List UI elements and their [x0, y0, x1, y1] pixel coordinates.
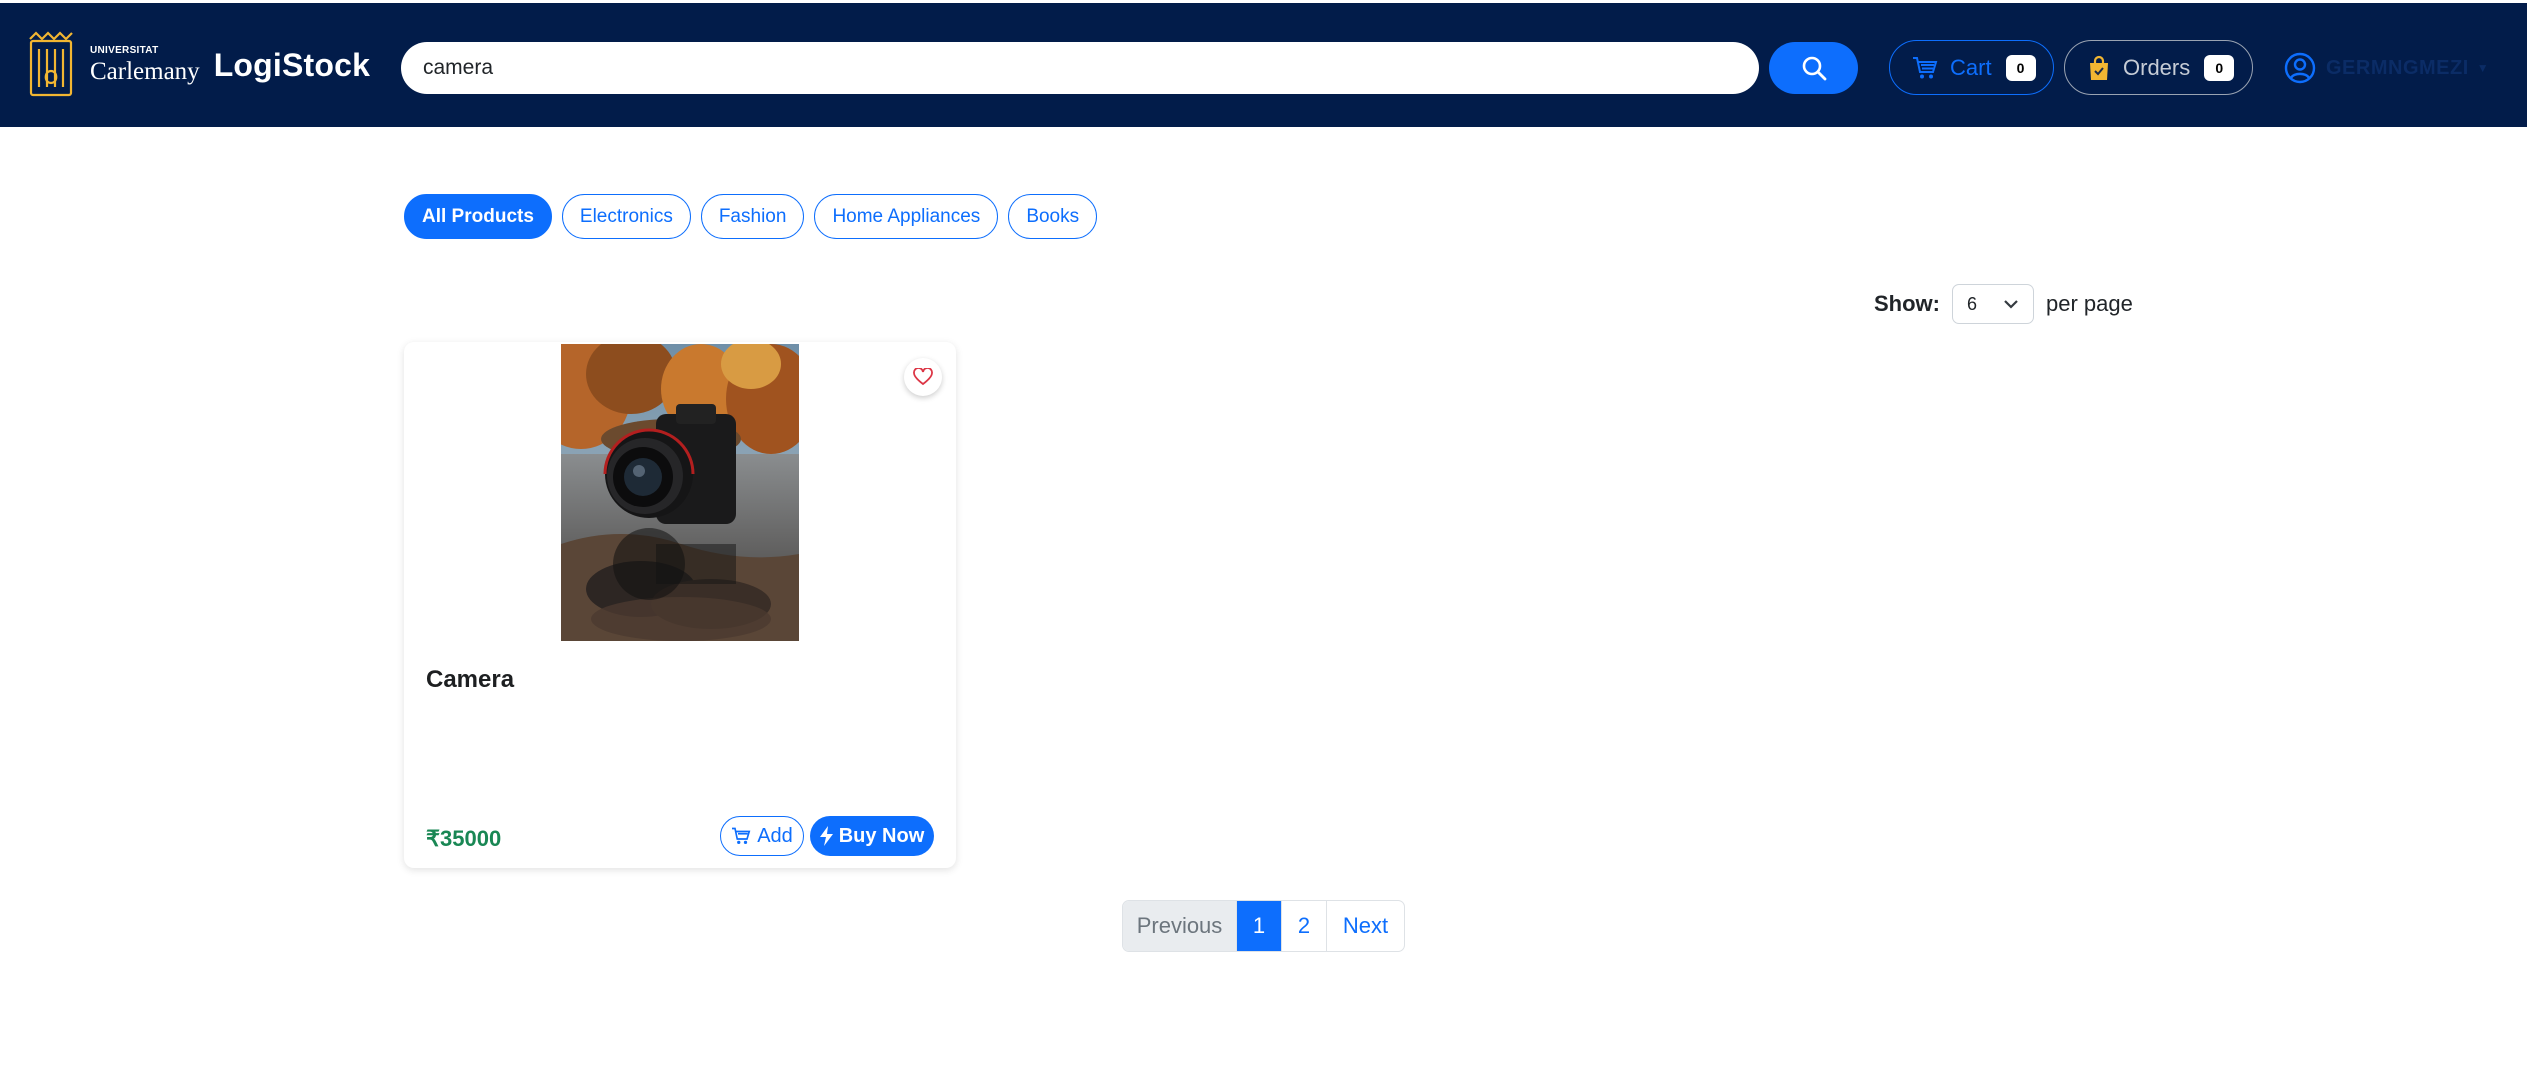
camera-photo [561, 344, 799, 641]
category-fashion[interactable]: Fashion [700, 194, 805, 239]
chevron-down-icon: ▼ [2476, 61, 2489, 75]
product-name[interactable]: Camera [426, 666, 514, 694]
brand-logo[interactable]: UNIVERSITAT Carlemany LogiStock [26, 31, 370, 99]
user-circle-icon [2284, 52, 2316, 84]
lightning-icon [819, 826, 833, 846]
search-icon [1802, 56, 1826, 81]
chevron-down-icon [2004, 300, 2018, 309]
cart-count-badge: 0 [2005, 54, 2036, 81]
university-name: Carlemany [90, 58, 200, 85]
per-page-select[interactable]: 6 [1952, 284, 2034, 324]
user-name: GERMNGMEZI [2326, 56, 2469, 79]
per-page-control: Show: 6 per page [1874, 284, 2133, 324]
product-price: ₹35000 [426, 826, 502, 851]
university-crest-icon [29, 31, 73, 97]
product-image[interactable] [561, 344, 799, 641]
top-navbar: UNIVERSITAT Carlemany LogiStock Cart 0 [0, 0, 2527, 127]
heart-icon [913, 368, 933, 386]
add-button-label: Add [757, 824, 793, 847]
app-name: LogiStock [213, 46, 371, 83]
category-filters: All Products Electronics Fashion Home Ap… [404, 194, 1098, 239]
pagination-next[interactable]: Next [1327, 901, 1404, 951]
orders-button[interactable]: Orders 0 [2064, 40, 2253, 95]
user-menu-dropdown[interactable]: GERMNGMEZI ▼ [2284, 51, 2489, 85]
pagination-page-2[interactable]: 2 [1282, 901, 1327, 951]
pagination-previous[interactable]: Previous [1123, 901, 1237, 951]
university-wordmark: UNIVERSITAT Carlemany [90, 45, 200, 85]
search-input[interactable] [401, 42, 1759, 94]
cart-label: Cart [1950, 54, 1992, 80]
category-electronics[interactable]: Electronics [561, 194, 691, 239]
university-small-label: UNIVERSITAT [90, 45, 159, 56]
wishlist-button[interactable] [904, 358, 942, 396]
orders-count-badge: 0 [2204, 54, 2235, 81]
cart-icon [1913, 56, 1938, 78]
category-home-appliances[interactable]: Home Appliances [814, 194, 999, 239]
category-all-products[interactable]: All Products [404, 194, 552, 239]
per-page-suffix: per page [2046, 291, 2133, 316]
pagination-page-1[interactable]: 1 [1237, 901, 1282, 951]
show-label: Show: [1874, 291, 1940, 316]
per-page-value: 6 [1967, 293, 1978, 314]
orders-label: Orders [2123, 54, 2191, 80]
add-to-cart-button[interactable]: Add [720, 816, 804, 856]
cart-icon [732, 827, 751, 845]
pagination: Previous 1 2 Next [1122, 900, 1405, 952]
shopping-bag-icon [2090, 55, 2108, 80]
cart-button[interactable]: Cart 0 [1889, 40, 2054, 95]
buy-button-label: Buy Now [838, 824, 925, 847]
category-books[interactable]: Books [1008, 194, 1098, 239]
search-button[interactable] [1769, 42, 1858, 94]
buy-now-button[interactable]: Buy Now [810, 816, 934, 856]
product-card: Camera ₹35000 Add Buy Now [404, 342, 956, 868]
